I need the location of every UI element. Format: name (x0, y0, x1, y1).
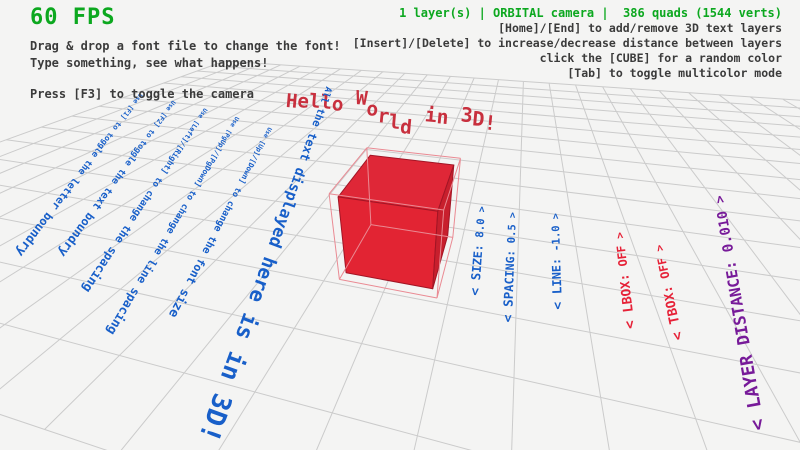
status-bar: 1 layer(s) | ORBITAL camera | 386 quads … (353, 6, 782, 21)
hint-type-something: Type something, see what happens! (30, 55, 341, 72)
hint-layer-distance-keys: [Insert]/[Delete] to increase/decrease d… (353, 36, 782, 51)
hint-add-remove-layers: [Home]/[End] to add/remove 3D text layer… (353, 21, 782, 36)
cube-face[interactable] (338, 197, 438, 289)
hint-toggle-camera: Press [F3] to toggle the camera (30, 86, 341, 103)
hint-multicolor-mode: [Tab] to toggle multicolor mode (353, 66, 782, 81)
hint-cube-random-color: click the [CUBE] for a random color (353, 51, 782, 66)
cube[interactable] (329, 148, 460, 298)
fps-counter: 60 FPS (30, 6, 341, 30)
hint-drag-drop-font: Drag & drop a font file to change the fo… (30, 38, 341, 55)
hud-right: 1 layer(s) | ORBITAL camera | 386 quads … (353, 6, 782, 81)
hud-left: 60 FPS Drag & drop a font file to change… (30, 6, 341, 103)
